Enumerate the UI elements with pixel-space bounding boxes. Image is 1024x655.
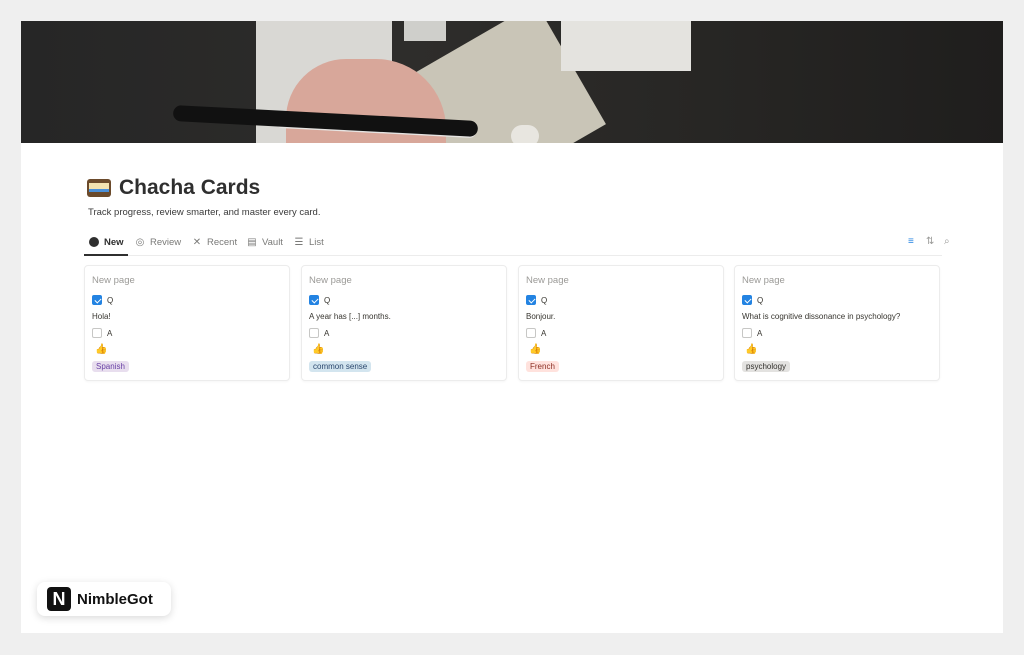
question-checkbox[interactable] xyxy=(742,295,752,305)
card-title: New page xyxy=(309,275,352,286)
question-toggle-row: Q xyxy=(309,295,330,305)
tag-badge: psychology xyxy=(742,361,791,372)
active-tab-indicator xyxy=(84,254,128,256)
tab-label: Review xyxy=(150,236,182,248)
question-label: Q xyxy=(541,295,548,305)
question-toggle-row: Q xyxy=(92,295,113,305)
answer-checkbox[interactable] xyxy=(742,328,752,338)
question-checkbox[interactable] xyxy=(309,295,319,305)
answer-label: A xyxy=(541,328,547,338)
question-text: What is cognitive dissonance in psycholo… xyxy=(742,312,901,321)
question-text: Bonjour. xyxy=(526,312,556,321)
answer-label: A xyxy=(757,328,763,338)
sort-icon[interactable]: ⇅ xyxy=(926,236,934,247)
tag-badge: common sense xyxy=(309,361,372,372)
answer-checkbox[interactable] xyxy=(92,328,102,338)
search-icon[interactable]: ⌕ xyxy=(944,236,950,247)
tab-label: List xyxy=(309,236,324,248)
question-checkbox[interactable] xyxy=(526,295,536,305)
thumbs-up-icon: 👍 xyxy=(95,344,108,355)
flashcard[interactable]: New page Q Bonjour. A 👍 French xyxy=(518,265,724,381)
answer-label: A xyxy=(107,328,113,338)
question-text: A year has [...] months. xyxy=(309,312,391,321)
tab-recent[interactable]: ✕ Recent xyxy=(191,236,237,248)
answer-toggle-row: A xyxy=(742,328,762,338)
question-text: Hola! xyxy=(92,312,111,321)
nimblegot-badge[interactable]: N NimbleGot xyxy=(37,582,171,616)
answer-toggle-row: A xyxy=(526,328,546,338)
question-checkbox[interactable] xyxy=(92,295,102,305)
view-tabs: New ◎ Review ✕ Recent ▤ Vault ☰ List ≡ ⇅… xyxy=(84,232,950,256)
card-title: New page xyxy=(742,275,785,286)
page-subtitle: Track progress, review smarter, and mast… xyxy=(88,207,321,218)
answer-checkbox[interactable] xyxy=(309,328,319,338)
card-box-icon xyxy=(87,177,113,199)
list-icon: ☰ xyxy=(294,236,304,248)
thumbs-up-icon: 👍 xyxy=(529,344,542,355)
archive-icon: ▤ xyxy=(247,236,257,248)
answer-checkbox[interactable] xyxy=(526,328,536,338)
card-title: New page xyxy=(92,275,135,286)
page-title: Chacha Cards xyxy=(119,176,261,199)
thumbs-up-icon: 👍 xyxy=(745,344,758,355)
cover-image xyxy=(21,21,1003,143)
tag-badge: French xyxy=(526,361,559,372)
tab-vault[interactable]: ▤ Vault xyxy=(246,236,283,248)
answer-toggle-row: A xyxy=(309,328,329,338)
answer-toggle-row: A xyxy=(92,328,112,338)
filter-icon[interactable]: ≡ xyxy=(908,236,914,247)
tab-label: Recent xyxy=(207,236,238,248)
notion-page-frame: Chacha Cards Track progress, review smar… xyxy=(21,21,1003,633)
question-toggle-row: Q xyxy=(526,295,547,305)
badge-text: NimbleGot xyxy=(77,590,153,608)
close-icon: ✕ xyxy=(192,236,202,248)
question-toggle-row: Q xyxy=(742,295,763,305)
page-title-row: Chacha Cards xyxy=(87,176,260,200)
nimblegot-logo: N xyxy=(47,587,71,611)
tab-new[interactable]: New xyxy=(88,236,124,248)
thumbs-up-icon: 👍 xyxy=(312,344,325,355)
flashcard[interactable]: New page Q What is cognitive dissonance … xyxy=(734,265,940,381)
flashcard[interactable]: New page Q Hola! A 👍 Spanish xyxy=(84,265,290,381)
target-icon: ◎ xyxy=(135,236,145,248)
question-label: Q xyxy=(107,295,114,305)
circle-icon xyxy=(88,236,100,248)
tab-label: New xyxy=(104,236,124,248)
tab-label: Vault xyxy=(262,236,283,248)
tab-review[interactable]: ◎ Review xyxy=(134,236,182,248)
card-title: New page xyxy=(526,275,569,286)
question-label: Q xyxy=(324,295,331,305)
question-label: Q xyxy=(757,295,764,305)
tab-list[interactable]: ☰ List xyxy=(293,236,324,248)
tag-badge: Spanish xyxy=(92,361,129,372)
flashcard[interactable]: New page Q A year has [...] months. A 👍 … xyxy=(301,265,507,381)
answer-label: A xyxy=(324,328,330,338)
